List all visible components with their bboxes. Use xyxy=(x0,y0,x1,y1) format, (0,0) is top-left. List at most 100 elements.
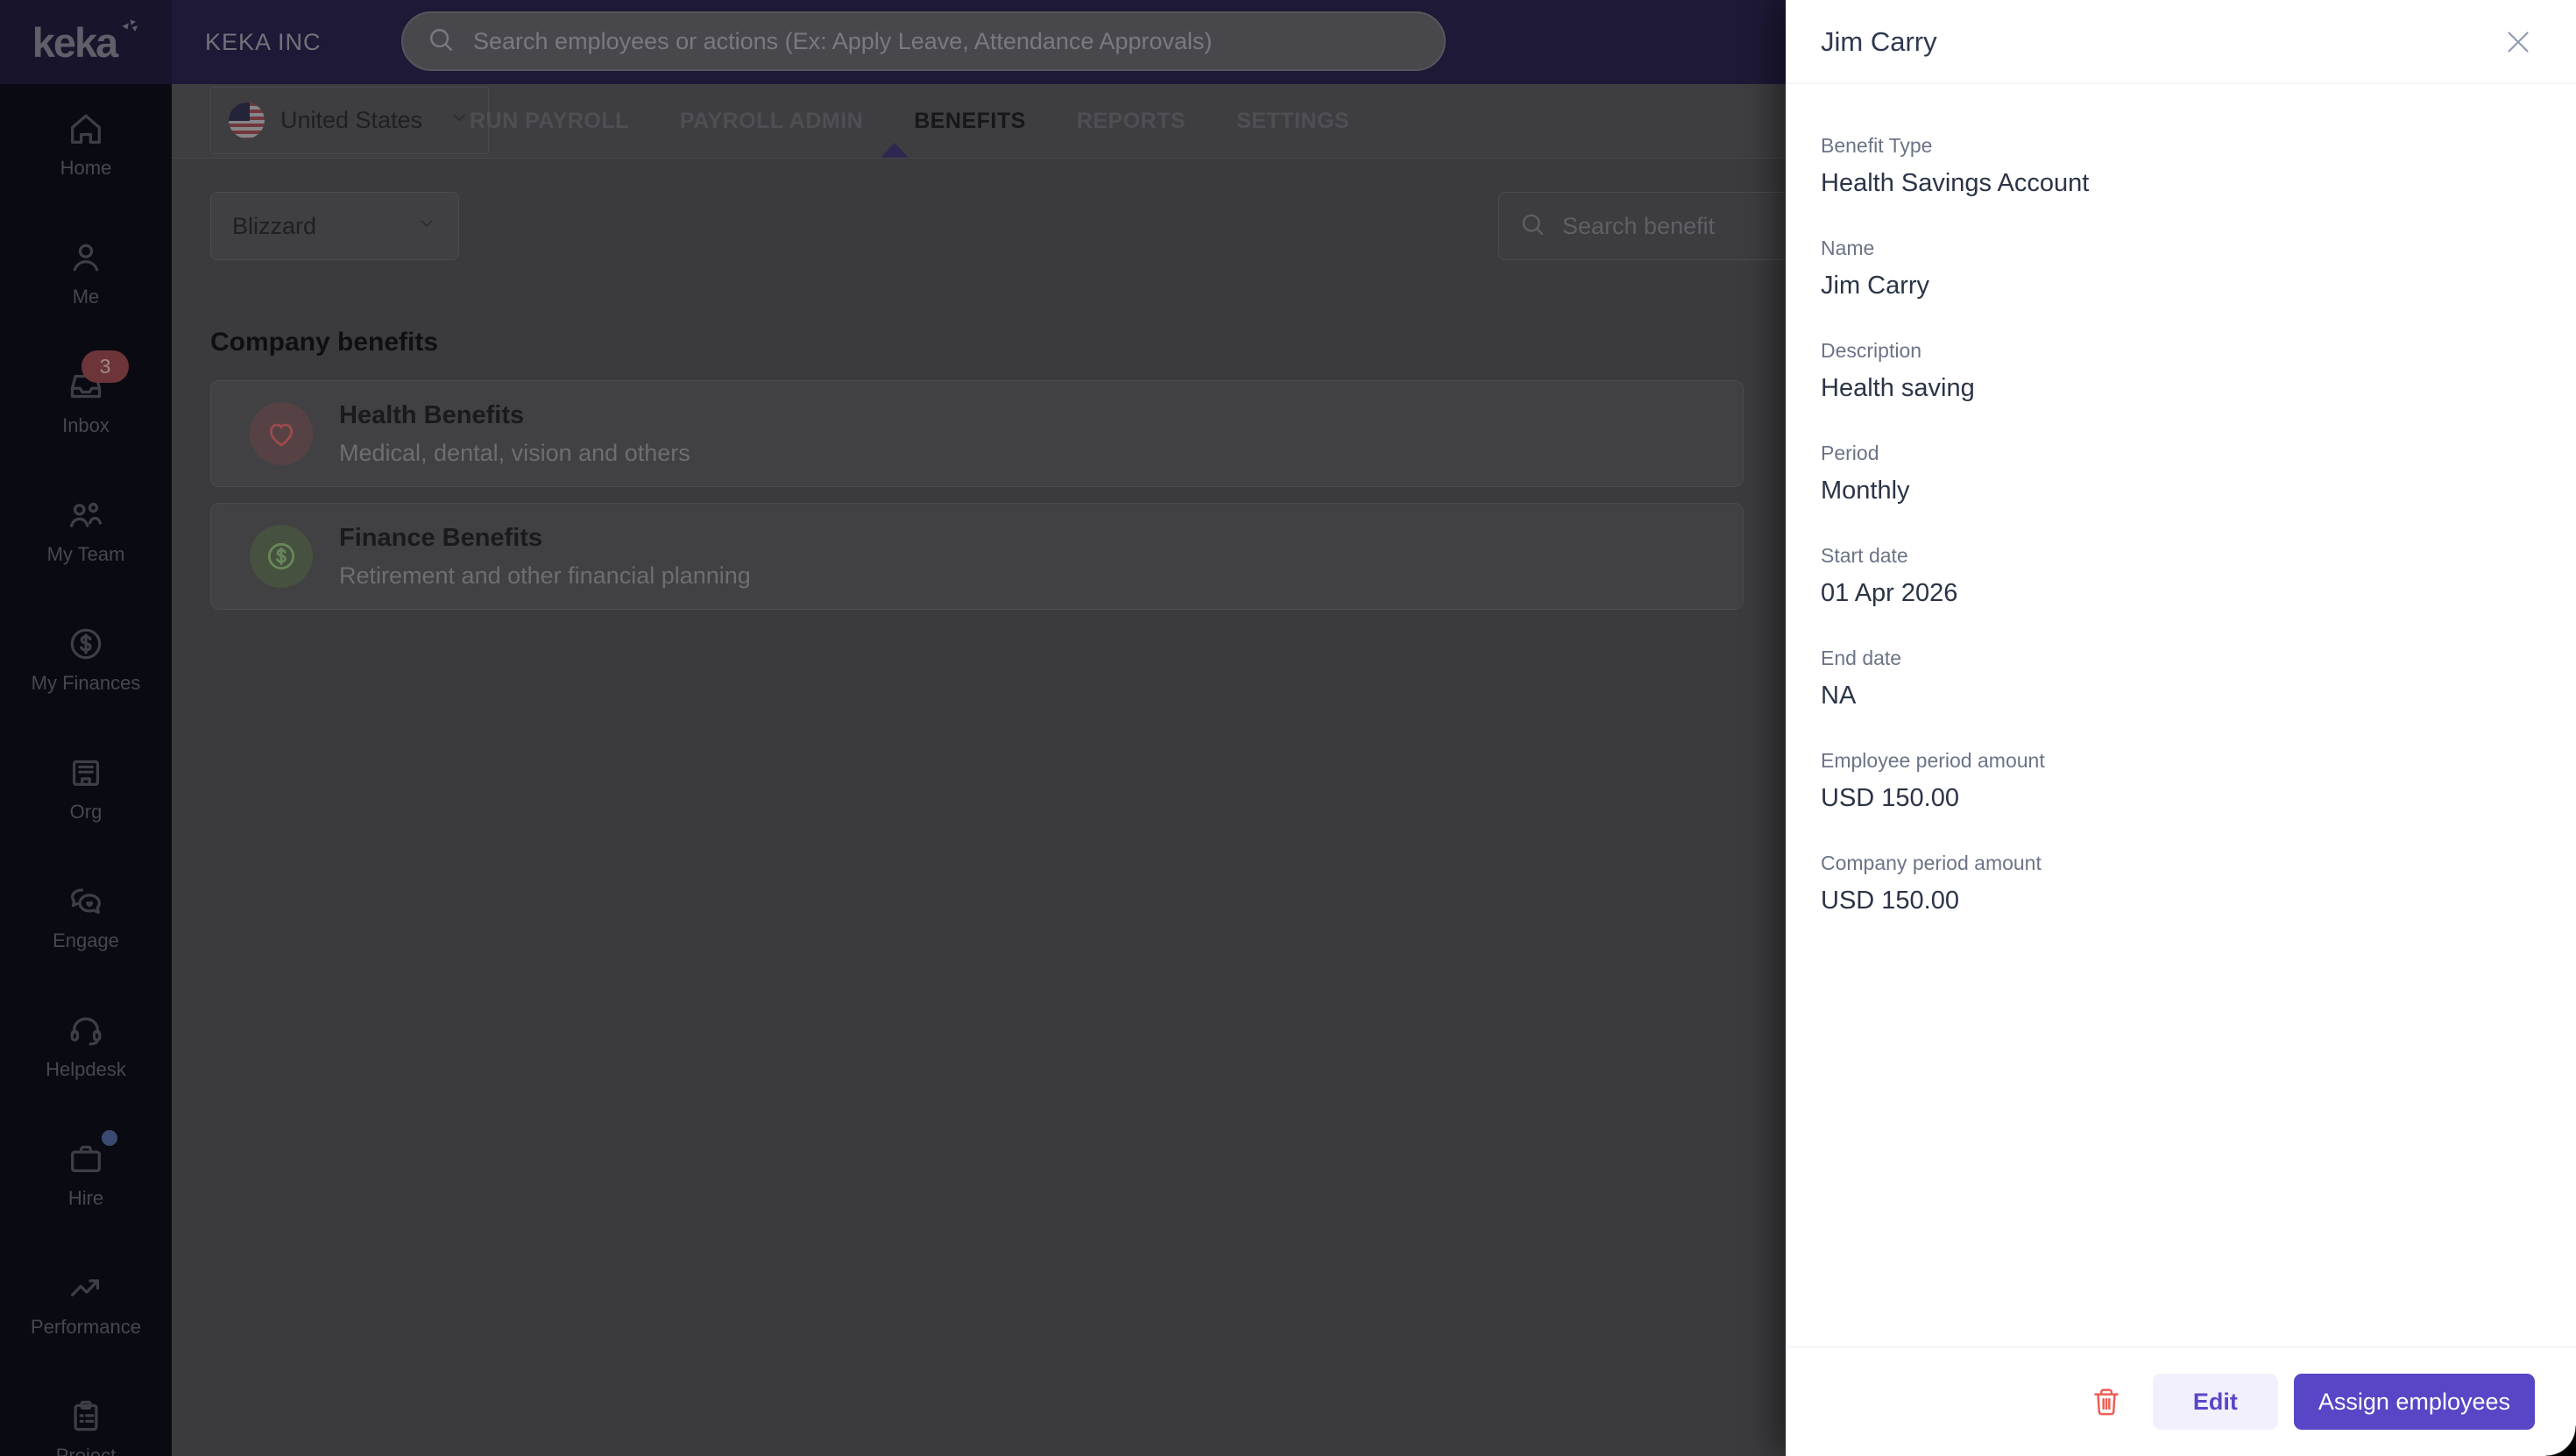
field-description: Description Health saving xyxy=(1821,339,2541,403)
benefit-detail-panel: Jim Carry Benefit Type Health Savings Ac… xyxy=(1786,0,2576,1456)
sidebar: keka Home Me 3 Inbox My Team My Finances… xyxy=(0,0,172,1456)
panel-body: Benefit Type Health Savings Account Name… xyxy=(1786,84,2576,1346)
field-label: Name xyxy=(1821,237,1875,259)
sidebar-item-label: Performance xyxy=(31,1316,141,1338)
sidebar-item-label: My Team xyxy=(46,543,125,565)
benefit-card-finance-benefits[interactable]: Finance Benefits Retirement and other fi… xyxy=(210,503,1744,610)
field-start-date: Start date 01 Apr 2026 xyxy=(1821,544,2541,608)
sidebar-item-performance[interactable]: Performance xyxy=(0,1257,172,1386)
field-value: USD 150.00 xyxy=(1821,887,1959,915)
chevron-down-icon xyxy=(416,213,437,240)
sidebar-item-label: Engage xyxy=(53,929,119,951)
page-title: Company benefits xyxy=(210,327,439,357)
notification-dot xyxy=(102,1130,117,1146)
sidebar-item-inbox[interactable]: 3 Inbox xyxy=(0,350,172,484)
benefit-subtitle: Medical, dental, vision and others xyxy=(339,439,690,466)
helpdesk-icon xyxy=(66,1010,106,1050)
benefit-plan-dropdown[interactable]: Blizzard xyxy=(210,192,459,260)
field-label: Employee period amount xyxy=(1821,749,2045,772)
performance-icon xyxy=(66,1268,106,1308)
field-label: End date xyxy=(1821,647,1902,669)
logo-sparkle-icon xyxy=(118,17,141,39)
close-icon[interactable] xyxy=(2499,23,2537,61)
edit-button[interactable]: Edit xyxy=(2152,1374,2278,1430)
field-end-date: End date NA xyxy=(1821,647,2541,710)
window-corner xyxy=(2546,1426,2576,1456)
org-name: KEKA INC xyxy=(205,29,322,55)
my-team-icon xyxy=(66,495,106,535)
sidebar-item-project[interactable]: Project xyxy=(0,1386,172,1456)
global-search-input[interactable] xyxy=(471,26,1421,56)
heart-icon xyxy=(250,402,313,465)
sidebar-item-my-finances[interactable]: My Finances xyxy=(0,613,172,742)
sidebar-nav: Home Me 3 Inbox My Team My Finances Org … xyxy=(0,84,172,1456)
field-value: 01 Apr 2026 xyxy=(1821,579,1958,607)
field-label: Period xyxy=(1821,442,1879,464)
search-icon xyxy=(1518,210,1546,243)
field-label: Description xyxy=(1821,339,1922,362)
app-window: keka Home Me 3 Inbox My Team My Finances… xyxy=(0,0,2576,1456)
field-label: Start date xyxy=(1821,544,1908,567)
trash-icon[interactable] xyxy=(2086,1382,2127,1422)
panel-header: Jim Carry xyxy=(1786,0,2576,84)
benefit-title: Finance Benefits xyxy=(339,523,543,552)
field-value: NA xyxy=(1821,682,1857,710)
benefit-plan-value: Blizzard xyxy=(232,212,317,239)
sidebar-item-label: Home xyxy=(60,157,112,179)
sidebar-item-helpdesk[interactable]: Helpdesk xyxy=(0,1000,172,1128)
sidebar-item-home[interactable]: Home xyxy=(0,98,172,227)
sidebar-item-label: Project xyxy=(55,1445,117,1456)
sidebar-item-org[interactable]: Org xyxy=(0,742,172,871)
global-search[interactable] xyxy=(401,11,1446,71)
benefit-subtitle: Retirement and other financial planning xyxy=(339,562,751,589)
sidebar-item-my-team[interactable]: My Team xyxy=(0,484,172,613)
benefit-card-health-benefits[interactable]: Health Benefits Medical, dental, vision … xyxy=(210,380,1744,487)
notification-badge: 3 xyxy=(81,350,129,383)
field-employee-period-amount: Employee period amount USD 150.00 xyxy=(1821,749,2541,813)
sidebar-item-label: Org xyxy=(69,801,103,823)
dollar-icon xyxy=(250,525,313,588)
tab-settings[interactable]: SETTINGS xyxy=(1236,109,1349,134)
sidebar-item-label: Inbox xyxy=(62,414,110,436)
hire-icon xyxy=(66,1139,106,1179)
field-value: Health Savings Account xyxy=(1821,169,2090,197)
field-period: Period Monthly xyxy=(1821,442,2541,505)
keka-logo[interactable]: keka xyxy=(0,0,172,84)
chevron-down-icon xyxy=(448,106,471,135)
field-label: Benefit Type xyxy=(1821,134,1933,157)
sidebar-item-label: Helpdesk xyxy=(46,1058,126,1080)
field-company-period-amount: Company period amount USD 150.00 xyxy=(1821,852,2541,915)
benefit-title: Health Benefits xyxy=(339,400,525,429)
field-value: Jim Carry xyxy=(1821,272,1930,300)
sidebar-item-engage[interactable]: Engage xyxy=(0,871,172,1000)
sidebar-item-label: Hire xyxy=(67,1187,104,1209)
field-name: Name Jim Carry xyxy=(1821,237,2541,300)
engage-icon xyxy=(66,881,106,922)
active-tab-caret xyxy=(881,143,909,158)
tab-payroll-admin[interactable]: PAYROLL ADMIN xyxy=(680,109,863,134)
keka-logo-text: keka xyxy=(32,18,119,66)
project-icon xyxy=(66,1396,106,1437)
subnav-tabs: RUN PAYROLL PAYROLL ADMIN BENEFITS REPOR… xyxy=(470,84,1349,158)
field-value: USD 150.00 xyxy=(1821,784,1959,812)
my-finances-icon xyxy=(66,624,106,664)
search-icon xyxy=(426,25,456,59)
panel-footer: Edit Assign employees xyxy=(1786,1346,2576,1456)
sidebar-item-label: Me xyxy=(72,286,100,307)
home-icon xyxy=(66,109,106,149)
tab-run-payroll[interactable]: RUN PAYROLL xyxy=(470,109,629,134)
field-value: Health saving xyxy=(1821,374,1975,402)
us-flag-icon xyxy=(229,102,265,138)
assign-employees-button[interactable]: Assign employees xyxy=(2293,1374,2535,1430)
sidebar-item-hire[interactable]: Hire xyxy=(0,1128,172,1257)
sidebar-item-me[interactable]: Me xyxy=(0,227,172,356)
tab-benefits[interactable]: BENEFITS xyxy=(914,109,1026,134)
country-label: United States xyxy=(280,107,423,133)
country-selector[interactable]: United States xyxy=(210,87,489,154)
org-icon xyxy=(66,753,106,793)
field-benefit-type: Benefit Type Health Savings Account xyxy=(1821,134,2541,198)
benefit-list: Health Benefits Medical, dental, vision … xyxy=(210,380,1744,610)
panel-title: Jim Carry xyxy=(1821,25,1937,57)
me-icon xyxy=(66,237,106,278)
tab-reports[interactable]: REPORTS xyxy=(1077,109,1185,134)
